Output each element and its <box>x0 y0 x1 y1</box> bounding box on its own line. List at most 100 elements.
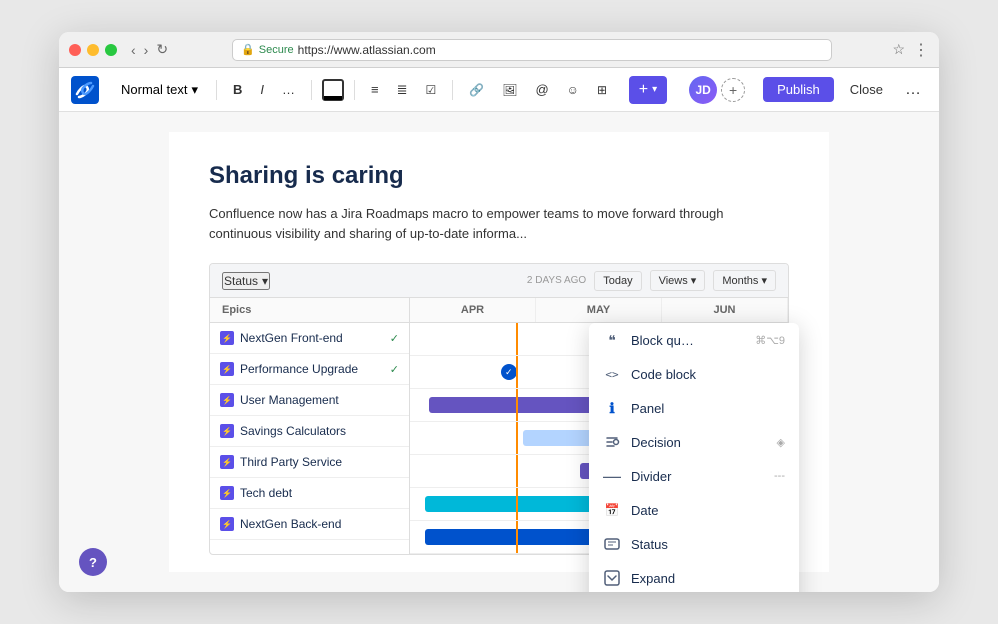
month-header-jun: JUN <box>662 298 788 322</box>
epic-name: Performance Upgrade <box>240 362 384 376</box>
maximize-traffic-light[interactable] <box>105 44 117 56</box>
epic-name: Third Party Service <box>240 455 399 469</box>
today-line <box>516 389 518 421</box>
epic-icon <box>220 393 234 407</box>
star-icon[interactable]: ☆ <box>892 41 905 58</box>
toolbar-separator-2 <box>311 80 312 100</box>
browser-more-icon[interactable]: ⋮ <box>913 40 929 60</box>
mention-button[interactable]: @ <box>529 78 554 101</box>
decision-shortcut: ◈ <box>777 436 785 449</box>
editor-more-button[interactable]: … <box>899 78 927 102</box>
dropdown-item-code-block[interactable]: <> Code block <box>589 357 799 391</box>
minimize-traffic-light[interactable] <box>87 44 99 56</box>
close-traffic-light[interactable] <box>69 44 81 56</box>
dropdown-item-date[interactable]: 📅 Date <box>589 493 799 527</box>
block-quote-icon: ❝ <box>603 331 621 349</box>
check-icon: ✓ <box>390 332 399 345</box>
help-icon: ? <box>89 555 97 570</box>
page-title: Sharing is caring <box>209 162 789 190</box>
avatar: JD <box>689 76 717 104</box>
roadmap-controls: 2 DAYS AGO Today Views ▾ Months ▾ <box>527 270 776 291</box>
editor-toolbar: Normal text ▾ B I … ≡ ≣ ☑ 🔗 🖼 @ ☺ ⊞ + ▾ <box>59 68 939 112</box>
epic-icon <box>220 331 234 345</box>
status-filter-button[interactable]: Status ▾ <box>222 272 270 290</box>
back-button[interactable]: ‹ <box>127 40 140 60</box>
toolbar-separator-1 <box>216 80 217 100</box>
avatar-area: JD + <box>689 76 745 104</box>
italic-button[interactable]: I <box>254 78 270 101</box>
panel-icon: ℹ <box>603 399 621 417</box>
today-line <box>516 422 518 454</box>
epic-name: Savings Calculators <box>240 424 399 438</box>
address-bar[interactable]: 🔒 Secure https://www.atlassian.com <box>232 39 832 61</box>
today-line <box>516 323 518 355</box>
emoji-button[interactable]: ☺ <box>561 79 585 101</box>
status-label: Status <box>631 537 785 552</box>
timeline-months: APR MAY JUN <box>410 298 788 323</box>
epic-name: NextGen Front-end <box>240 331 384 345</box>
add-collaborator-button[interactable]: + <box>721 78 745 102</box>
months-chevron: ▾ <box>761 275 767 287</box>
epic-icon <box>220 424 234 438</box>
publish-button[interactable]: Publish <box>763 77 834 102</box>
bullet-list-button[interactable]: ≡ <box>365 78 385 101</box>
table-button[interactable]: ⊞ <box>591 79 613 101</box>
roadmap-wrapper: Status ▾ 2 DAYS AGO Today Views ▾ <box>209 263 789 555</box>
table-row: NextGen Back-end <box>210 509 409 540</box>
image-button[interactable]: 🖼 <box>496 79 523 101</box>
forward-button[interactable]: › <box>140 40 153 60</box>
task-list-button[interactable]: ☑ <box>420 79 443 101</box>
block-quote-shortcut: ⌘⌥9 <box>755 334 785 347</box>
insert-plus-button[interactable]: + ▾ <box>629 76 667 104</box>
today-line <box>516 488 518 520</box>
refresh-button[interactable]: ↻ <box>152 39 172 60</box>
today-line <box>516 455 518 487</box>
insert-dropdown-menu: ❝ Block qu… ⌘⌥9 <> Code block ℹ Panel <box>589 323 799 592</box>
confluence-logo <box>71 76 99 104</box>
epic-icon <box>220 362 234 376</box>
editor-content: Sharing is caring Confluence now has a J… <box>59 112 939 592</box>
secure-label: Secure <box>259 44 294 56</box>
decision-icon <box>603 433 621 451</box>
numbered-list-button[interactable]: ≣ <box>391 78 414 102</box>
table-row: NextGen Front-end ✓ <box>210 323 409 354</box>
dropdown-item-decision[interactable]: Decision ◈ <box>589 425 799 459</box>
text-style-button[interactable]: Normal text ▾ <box>113 78 206 102</box>
code-block-icon: <> <box>603 365 621 383</box>
plus-chevron: ▾ <box>652 84 657 95</box>
date-icon: 📅 <box>603 501 621 519</box>
today-line <box>516 356 518 388</box>
plus-icon: + <box>639 81 648 99</box>
epic-icon <box>220 455 234 469</box>
dropdown-item-block-quote[interactable]: ❝ Block qu… ⌘⌥9 <box>589 323 799 357</box>
browser-window: ‹ › ↻ 🔒 Secure https://www.atlassian.com… <box>59 32 939 592</box>
color-picker-button[interactable] <box>322 79 344 101</box>
month-header-may: MAY <box>536 298 662 322</box>
help-button[interactable]: ? <box>79 548 107 576</box>
text-style-chevron: ▾ <box>191 82 198 98</box>
months-button[interactable]: Months ▾ <box>713 270 776 291</box>
expand-icon <box>603 569 621 587</box>
status-icon <box>603 535 621 553</box>
close-editor-button[interactable]: Close <box>840 77 893 102</box>
roadmap-header: Status ▾ 2 DAYS AGO Today Views ▾ <box>210 264 788 298</box>
views-button[interactable]: Views ▾ <box>650 270 706 291</box>
bold-button[interactable]: B <box>227 78 248 101</box>
block-quote-label: Block qu… <box>631 333 745 348</box>
traffic-lights <box>69 44 117 56</box>
dropdown-item-panel[interactable]: ℹ Panel <box>589 391 799 425</box>
today-button[interactable]: Today <box>594 271 641 291</box>
table-row: Performance Upgrade ✓ <box>210 354 409 385</box>
code-block-label: Code block <box>631 367 785 382</box>
divider-icon: — <box>603 467 621 485</box>
link-button[interactable]: 🔗 <box>463 79 490 101</box>
views-chevron: ▾ <box>691 275 697 287</box>
epic-icon <box>220 517 234 531</box>
more-format-button[interactable]: … <box>276 78 301 101</box>
url-text: https://www.atlassian.com <box>298 43 436 57</box>
epic-icon <box>220 486 234 500</box>
dropdown-item-status[interactable]: Status <box>589 527 799 561</box>
dropdown-item-expand[interactable]: Expand <box>589 561 799 592</box>
dropdown-item-divider[interactable]: — Divider --- <box>589 459 799 493</box>
decision-label: Decision <box>631 435 767 450</box>
